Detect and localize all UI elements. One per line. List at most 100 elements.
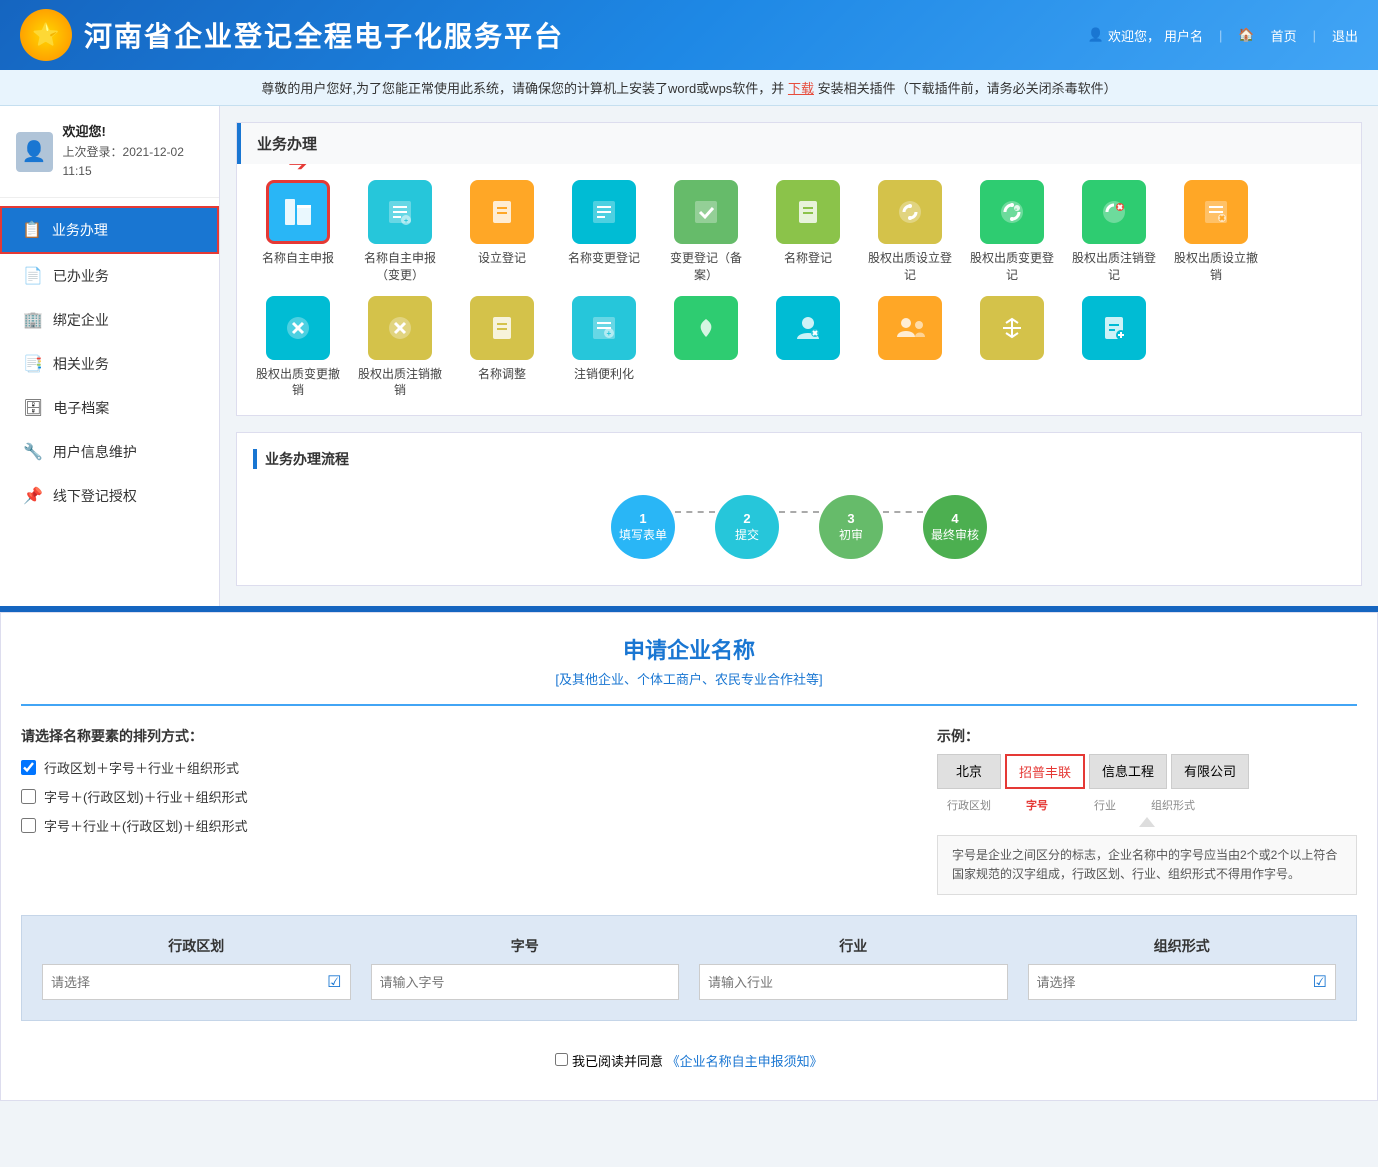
sidebar-item-label: 电子档案 xyxy=(53,398,109,418)
icons-grid: ➔ 名称自主申报 + 名称自主申报（变更） 设立登记 xyxy=(237,164,1361,415)
field-group-xzqh: 行政区划 ☑ xyxy=(42,936,351,1000)
zihao-input[interactable] xyxy=(380,975,671,990)
example-box-xzqh: 北京 xyxy=(937,754,1001,789)
done-icon: 📄 xyxy=(23,266,43,286)
agreement-text: 我已阅读并同意 xyxy=(572,1054,663,1069)
header-user: 👤 欢迎您， 用户名 xyxy=(1088,26,1203,45)
icon-split[interactable] xyxy=(967,296,1057,400)
arrangement-option-1: 行政区划＋字号＋行业＋组织形式 xyxy=(21,758,897,777)
icon-cancel-easy[interactable]: + 注销便利化 xyxy=(559,296,649,400)
notice-bar: 尊敬的用户您好,为了您能正常使用此系统，请确保您的计算机上安装了word或wps… xyxy=(0,70,1378,106)
field-input-zzxs[interactable]: ☑ xyxy=(1028,964,1337,1000)
icon-label-change-backup: 变更登记（备案） xyxy=(661,250,751,284)
icon-label-equity-change: 股权出质变更登记 xyxy=(967,250,1057,284)
sidebar-item-archive[interactable]: 🗄 电子档案 xyxy=(0,386,219,430)
icon-label-name-adjust: 名称调整 xyxy=(478,366,526,383)
icon-name-change-register[interactable]: 名称变更登记 xyxy=(559,180,649,284)
form-main-title: 申请企业名称 xyxy=(21,633,1357,665)
flow-step-3: 3 初审 xyxy=(819,495,883,559)
sidebar-last-login: 上次登录：2021-12-02 11:15 xyxy=(63,143,203,181)
icon-name-self-change[interactable]: + 名称自主申报（变更） xyxy=(355,180,445,284)
flow-steps: 1 填写表单 2 提交 3 xyxy=(253,485,1345,569)
sidebar-item-business[interactable]: 📋 业务办理 xyxy=(0,206,219,254)
sidebar-item-offline[interactable]: 📌 线下登记授权 xyxy=(0,474,219,518)
field-group-zzxs: 组织形式 ☑ xyxy=(1028,936,1337,1000)
user-icon: 👤 xyxy=(1088,27,1104,43)
sidebar-username: 欢迎您! xyxy=(63,122,203,143)
icon-doc-add[interactable] xyxy=(1069,296,1159,400)
sidebar: 👤 欢迎您! 上次登录：2021-12-02 11:15 📋 业务办理 📄 已办… xyxy=(0,106,220,606)
sidebar-item-label: 绑定企业 xyxy=(53,310,109,330)
header-right: 👤 欢迎您， 用户名 | 🏠 首页 | 退出 xyxy=(1088,26,1358,45)
username-display: 用户名 xyxy=(1164,26,1203,45)
ex-label-zzxs: 组织形式 xyxy=(1141,797,1205,813)
icon-change-backup[interactable]: 变更登记（备案） xyxy=(661,180,751,284)
welcome-prefix: 欢迎您， xyxy=(1108,26,1160,45)
step-arrow-2 xyxy=(779,511,819,513)
icon-equity-pledge[interactable]: 股权出质设立登记 xyxy=(865,180,955,284)
form-divider xyxy=(21,704,1357,706)
icon-green1[interactable] xyxy=(661,296,751,400)
header-left: ⭐ 河南省企业登记全程电子化服务平台 xyxy=(20,9,564,61)
icon-person2[interactable] xyxy=(865,296,955,400)
icon-establish-register[interactable]: 设立登记 xyxy=(457,180,547,284)
icon-person1[interactable] xyxy=(763,296,853,400)
zzxs-input[interactable] xyxy=(1037,975,1313,990)
agreement-link[interactable]: 《企业名称自主申报须知》 xyxy=(667,1054,823,1069)
icon-equity-change-cancel[interactable]: 股权出质变更撤销 xyxy=(253,296,343,400)
sidebar-item-done[interactable]: 📄 已办业务 xyxy=(0,254,219,298)
sidebar-item-label: 业务办理 xyxy=(52,220,108,240)
field-input-hangye[interactable] xyxy=(699,964,1008,1000)
sidebar-item-label: 线下登记授权 xyxy=(53,486,137,506)
ex-label-hangye: 行业 xyxy=(1073,797,1137,813)
icon-name-register[interactable]: 名称登记 xyxy=(763,180,853,284)
icon-box-name-self-report xyxy=(266,180,330,244)
arrangement-checkbox-2[interactable] xyxy=(21,789,36,804)
sidebar-item-user-info[interactable]: 🔧 用户信息维护 xyxy=(0,430,219,474)
bottom-agreement: 我已阅读并同意 《企业名称自主申报须知》 xyxy=(21,1041,1357,1080)
arrangement-option-3: 字号＋行业＋(行政区划)＋组织形式 xyxy=(21,816,897,835)
example-boxes: 北京 招普丰联 信息工程 有限公司 xyxy=(937,754,1357,789)
form-section: 申请企业名称 [及其他企业、个体工商户、农民专业合作社等] 请选择名称要素的排列… xyxy=(0,612,1378,1101)
sidebar-nav: 📋 业务办理 📄 已办业务 🏢 绑定企业 📑 相关业务 🗄 电子档案 🔧 xyxy=(0,198,219,526)
flow-step-2: 2 提交 xyxy=(715,495,779,559)
field-input-xzqh[interactable]: ☑ xyxy=(42,964,351,1000)
field-label-xzqh: 行政区划 xyxy=(42,936,351,956)
notice-text: 尊敬的用户您好,为了您能正常使用此系统，请确保您的计算机上安装了word或wps… xyxy=(261,81,784,96)
xzqh-input[interactable] xyxy=(51,975,327,990)
icon-name-self-report[interactable]: ➔ 名称自主申报 xyxy=(253,180,343,284)
sidebar-item-related[interactable]: 📑 相关业务 xyxy=(0,342,219,386)
logout-link[interactable]: 退出 xyxy=(1332,26,1358,45)
step-arrow-1 xyxy=(675,511,715,513)
form-subtitle-link[interactable]: [及其他企业、个体工商户、农民专业合作社等] xyxy=(555,672,822,687)
example-box-zihao: 招普丰联 xyxy=(1005,754,1085,789)
icon-label-equity-change-cancel: 股权出质变更撤销 xyxy=(253,366,343,400)
svg-text:+: + xyxy=(607,329,612,338)
tooltip-container: 字号是企业之间区分的标志，企业名称中的字号应当由2个或2个以上符合国家规范的汉字… xyxy=(937,813,1357,895)
panel-title: 业务办理 xyxy=(237,123,1361,164)
business-icon: 📋 xyxy=(22,220,42,240)
business-panel: 业务办理 ➔ 名称自主申报 + 名称自主申报（变更） xyxy=(236,122,1362,416)
icon-label-name-self-change: 名称自主申报（变更） xyxy=(355,250,445,284)
icon-name-adjust[interactable]: 名称调整 xyxy=(457,296,547,400)
sidebar-user: 👤 欢迎您! 上次登录：2021-12-02 11:15 xyxy=(0,106,219,198)
field-label-hangye: 行业 xyxy=(699,936,1008,956)
arrangement-right: 示例： 北京 招普丰联 信息工程 有限公司 行政区划 字号 行业 组织 xyxy=(937,726,1357,895)
icon-equity-set-cancel[interactable]: 股权出质设立撤销 xyxy=(1171,180,1261,284)
arrangement-checkbox-1[interactable] xyxy=(21,760,36,775)
icon-equity-cancel[interactable]: 股权出质注销登记 xyxy=(1069,180,1159,284)
arrangement-label: 请选择名称要素的排列方式： xyxy=(21,726,897,746)
field-input-zihao[interactable] xyxy=(371,964,680,1000)
sidebar-item-bind[interactable]: 🏢 绑定企业 xyxy=(0,298,219,342)
agreement-checkbox[interactable] xyxy=(555,1053,568,1066)
hangye-input[interactable] xyxy=(708,975,999,990)
xzqh-check-icon[interactable]: ☑ xyxy=(327,972,341,992)
icon-equity-cancel2[interactable]: 股权出质注销撤销 xyxy=(355,296,445,400)
icon-equity-change[interactable]: - 股权出质变更登记 xyxy=(967,180,1057,284)
arrangement-left: 请选择名称要素的排列方式： 行政区划＋字号＋行业＋组织形式 字号＋(行政区划)＋… xyxy=(21,726,897,845)
download-link[interactable]: 下载 xyxy=(788,81,814,96)
arrangement-checkbox-3[interactable] xyxy=(21,818,36,833)
zzxs-check-icon[interactable]: ☑ xyxy=(1313,972,1327,992)
home-link[interactable]: 首页 xyxy=(1271,26,1297,45)
related-icon: 📑 xyxy=(23,354,43,374)
